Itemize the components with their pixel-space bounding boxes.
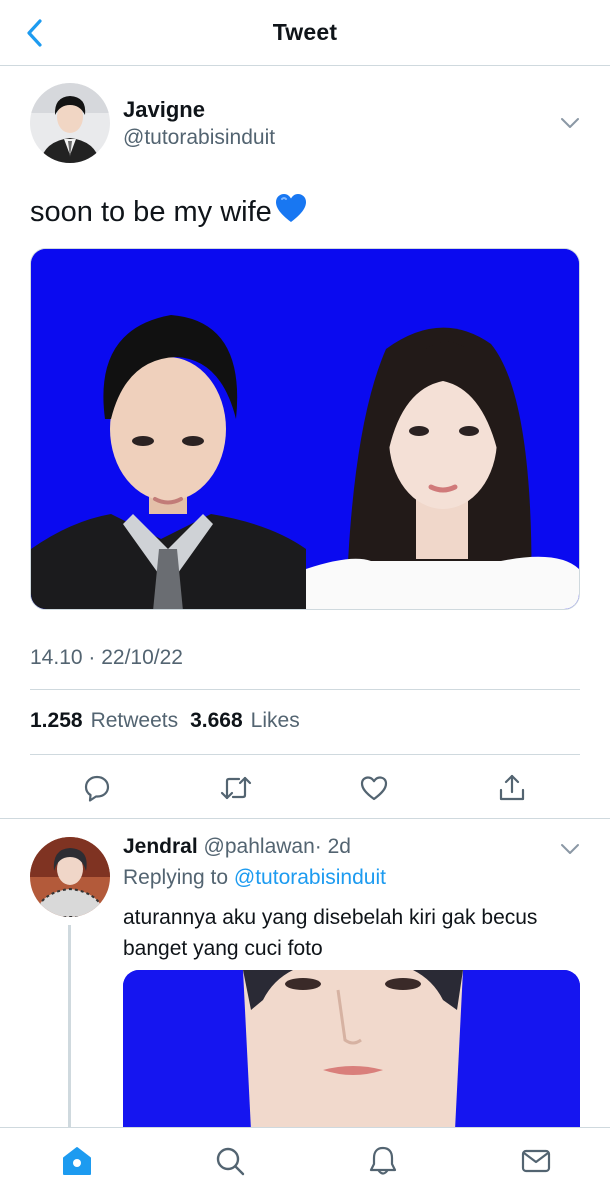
heart-icon xyxy=(360,776,388,801)
chevron-down-icon xyxy=(561,844,579,854)
top-bar: Tweet xyxy=(0,0,610,66)
reply-text: aturannya aku yang disebelah kiri gak be… xyxy=(123,906,538,960)
author-handle[interactable]: @tutorabisinduit xyxy=(123,126,275,150)
divider xyxy=(30,689,580,690)
likes-label[interactable]: Likes xyxy=(251,709,300,733)
replying-mention[interactable]: @tutorabisinduit xyxy=(234,866,386,889)
tweet-photo[interactable] xyxy=(30,248,580,610)
retweets-label[interactable]: Retweets xyxy=(91,709,179,733)
reply-author-name[interactable]: Jendral xyxy=(123,835,198,858)
reply-icon xyxy=(84,775,110,802)
like-button[interactable] xyxy=(357,771,391,805)
replying-to: Replying to @tutorabisinduit xyxy=(123,866,386,890)
bottom-tab-bar xyxy=(0,1127,610,1200)
reply-more-options-button[interactable] xyxy=(558,837,582,861)
chevron-down-icon xyxy=(561,118,579,128)
reply-author-avatar[interactable] xyxy=(30,837,110,917)
thread-line xyxy=(68,925,71,1129)
divider xyxy=(30,754,580,755)
share-icon xyxy=(499,774,525,801)
reply-author-handle[interactable]: @pahlawan xyxy=(204,835,315,858)
search-icon xyxy=(216,1147,245,1176)
page-title: Tweet xyxy=(272,19,338,45)
reply-header: Jendral @pahlawan· 2d xyxy=(123,835,351,859)
share-button[interactable] xyxy=(495,771,529,805)
reply-photo[interactable] xyxy=(123,970,580,1129)
reply-button[interactable] xyxy=(80,771,114,805)
author-avatar[interactable] xyxy=(30,83,110,163)
retweet-button[interactable] xyxy=(219,771,253,805)
retweets-count[interactable]: 1.258 xyxy=(30,709,83,733)
reply-tweet[interactable]: Jendral @pahlawan· 2d Replying to @tutor… xyxy=(0,819,610,1129)
reply-time: · 2d xyxy=(314,835,351,858)
tweet-actions xyxy=(0,771,610,807)
tweet-stats: 1.258 Retweets 3.668 Likes xyxy=(30,709,304,733)
tweet-text: soon to be my wife xyxy=(30,192,308,232)
tweet-text-content: soon to be my wife xyxy=(30,195,272,228)
tab-notifications[interactable] xyxy=(366,1144,400,1178)
blue-heart-emoji xyxy=(274,192,308,232)
replying-prefix: Replying to xyxy=(123,866,229,889)
more-options-button[interactable] xyxy=(558,111,582,135)
bell-icon xyxy=(369,1146,397,1175)
mail-icon xyxy=(521,1149,551,1173)
tab-messages[interactable] xyxy=(519,1144,553,1178)
author-name[interactable]: Javigne xyxy=(123,97,205,123)
tab-home[interactable] xyxy=(60,1144,94,1178)
home-icon xyxy=(63,1147,91,1175)
blue-heart-icon xyxy=(275,194,306,222)
likes-count[interactable]: 3.668 xyxy=(190,709,243,733)
tab-search[interactable] xyxy=(213,1144,247,1178)
retweet-icon xyxy=(220,776,252,800)
tweet-timestamp: 14.10 · 22/10/22 xyxy=(30,646,183,669)
